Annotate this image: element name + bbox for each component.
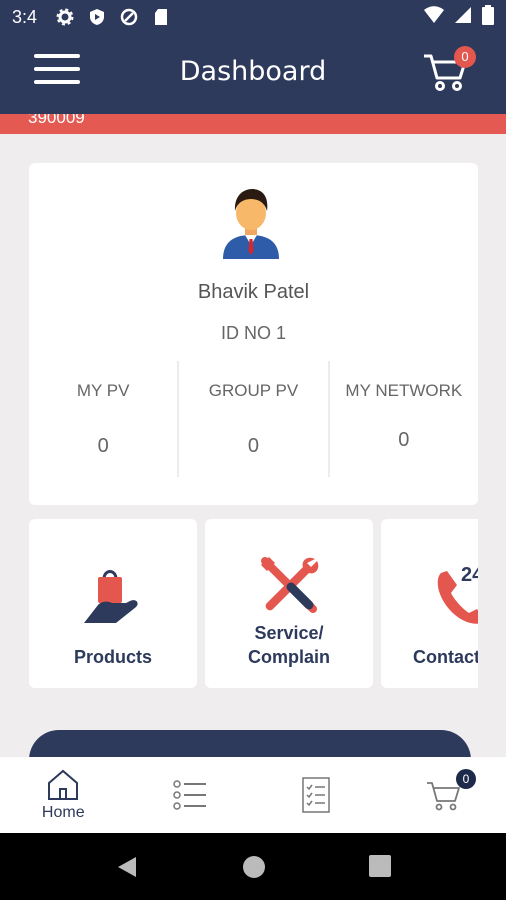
tile-contact[interactable]: 24 Contact [381,519,478,688]
system-nav-bar [0,833,506,900]
stat-my-network: MY NETWORK 0 [327,361,478,477]
hand-bag-icon [84,570,138,623]
phone-24-icon: 24 [437,565,478,624]
app-bar: Dashboard 0 [0,34,506,114]
stats-row: MY PV 0 GROUP PV 0 MY NETWORK 0 [29,361,478,477]
back-icon[interactable] [114,855,138,879]
battery-icon [482,4,494,30]
news-marquee: 390009 [0,114,506,134]
checklist-icon [302,777,330,813]
stat-value: 0 [97,435,109,457]
cart-count-badge: 0 [454,46,476,68]
nav-list[interactable] [127,757,254,833]
stat-value: 0 [398,429,410,451]
tile-label-line: Service/ [254,623,324,643]
nav-cart-badge: 0 [456,769,476,789]
stat-my-pv: MY PV 0 [29,361,177,477]
bottom-nav: Home 0 [0,757,506,833]
avatar [223,189,279,259]
nav-home[interactable]: Home [0,757,127,833]
status-bar: 3:4 [0,0,506,34]
nav-home-label: Home [41,804,85,821]
tile-label-line: Complain [247,647,330,667]
stat-label: GROUP PV [208,381,299,400]
tile-service-complain[interactable]: Service/ Complain [205,519,373,688]
list-icon [173,780,206,810]
tools-icon [261,557,319,613]
signal-icon [454,6,472,29]
tile-products[interactable]: Products [29,519,197,688]
nav-orders[interactable] [253,757,380,833]
tile-label: Products [73,647,152,667]
cart-button[interactable]: 0 [422,46,476,98]
menu-tiles: Products Service/ Complain 24 Contact [29,519,478,689]
cart-icon [426,782,460,811]
stat-group-pv: GROUP PV 0 [177,361,327,477]
sd-card-icon [151,7,171,27]
tile-label: Service/ Complain [205,621,373,669]
sync-icon [119,7,139,27]
profile-card: Bhavik Patel ID NO 1 MY PV 0 GROUP PV 0 … [29,163,478,505]
user-id: ID NO 1 [220,323,286,343]
home-circle-icon[interactable] [242,855,266,879]
user-name: Bhavik Patel [197,281,310,303]
tile-label: Contact [413,647,478,667]
recents-icon[interactable] [369,855,391,877]
svg-text:24: 24 [461,565,478,586]
status-time: 3:4 [12,6,38,27]
stat-label: MY NETWORK [345,381,463,400]
marquee-text: 390009 [28,114,85,127]
settings-icon [55,7,75,27]
nav-cart[interactable]: 0 [380,757,506,833]
stat-label: MY PV [76,381,130,400]
home-icon [48,769,79,800]
stat-value: 0 [247,435,260,457]
wifi-icon [424,5,444,29]
shield-play-icon [87,7,107,27]
